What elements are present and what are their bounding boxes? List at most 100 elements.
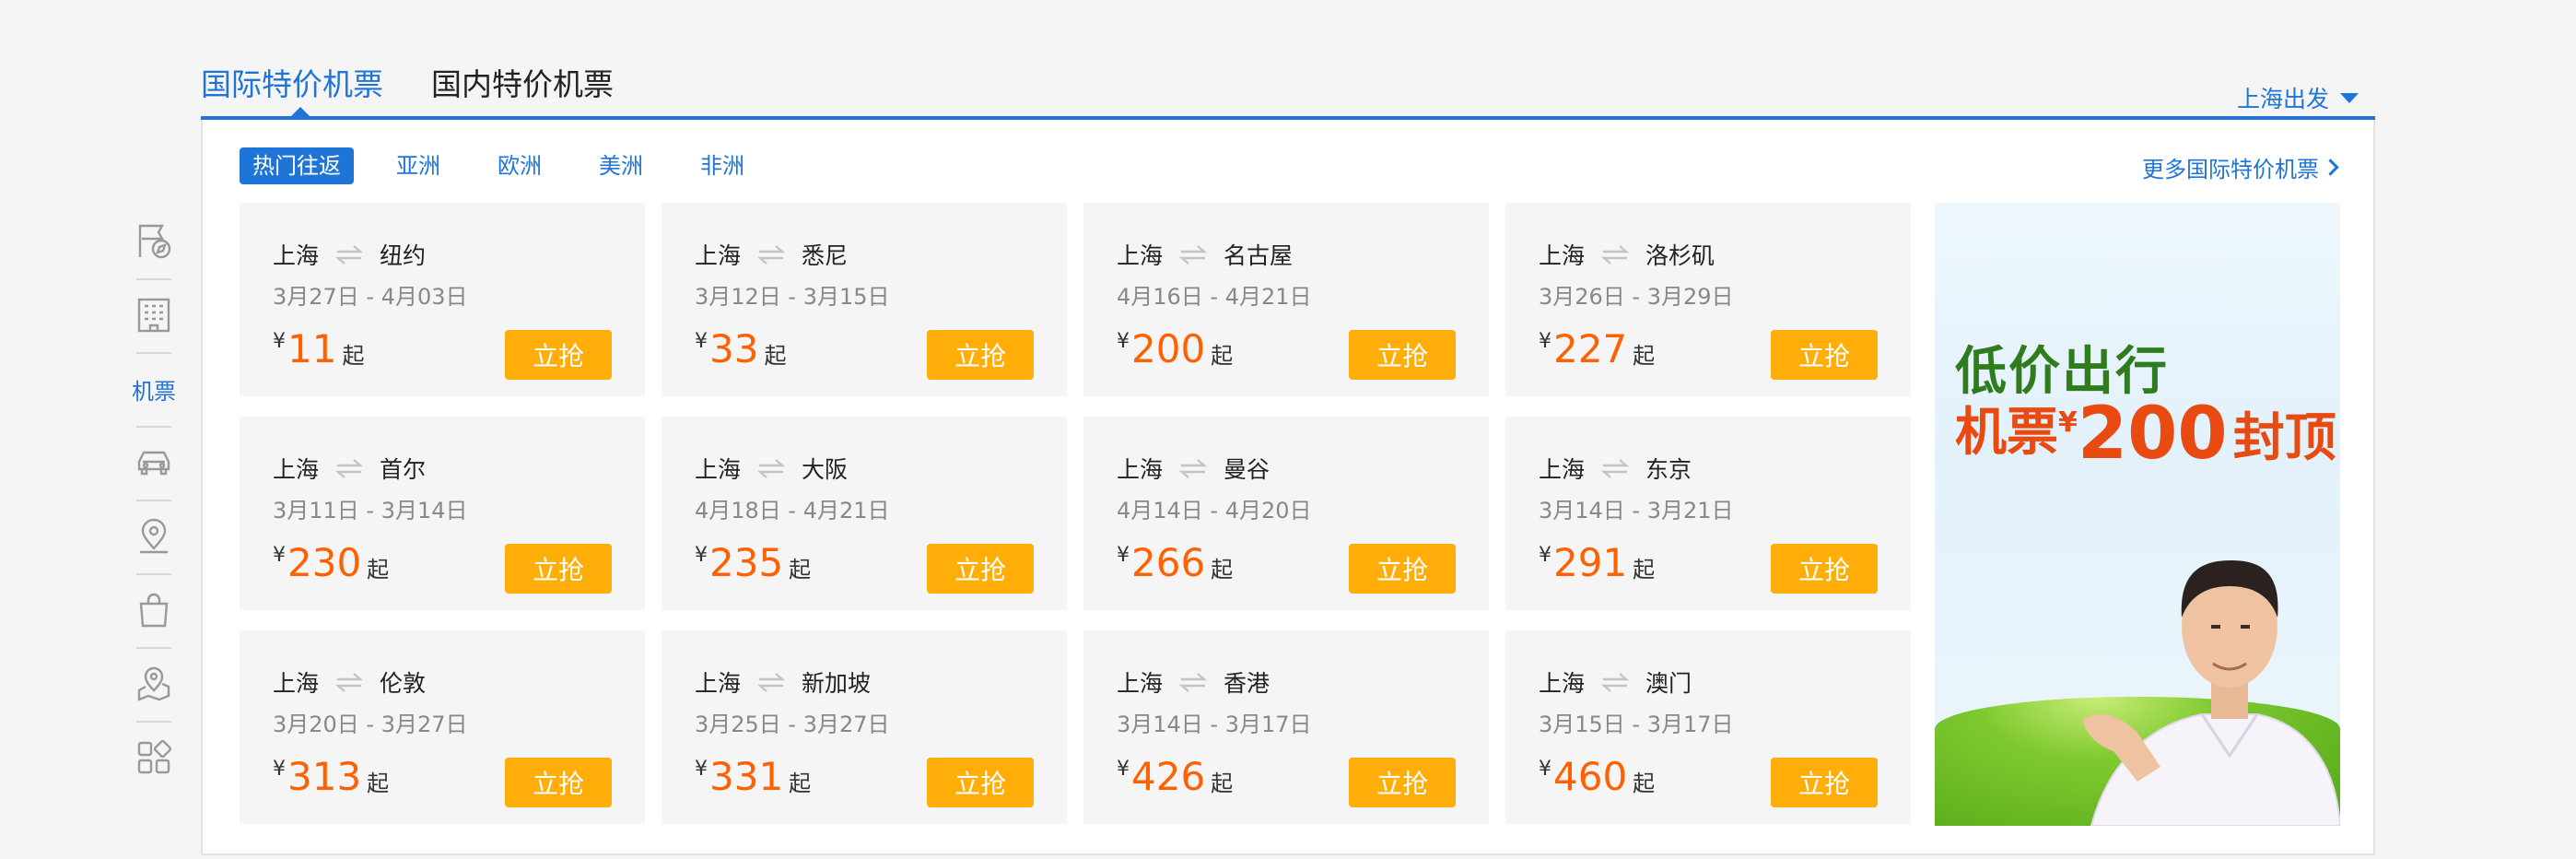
deal-destination: 洛杉矶: [1645, 242, 1715, 269]
banner-currency: ¥: [2058, 406, 2078, 439]
deal-dates: 3月12日 - 3月15日: [695, 284, 890, 310]
currency-symbol: ¥: [1539, 330, 1551, 353]
filter-africa[interactable]: 非洲: [700, 147, 744, 184]
deal-origin: 上海: [273, 456, 320, 483]
deal-card[interactable]: 上海 东京 3月14日 - 3月21日 ¥291 起 立抢: [1505, 417, 1911, 610]
sidenav-item-flights[interactable]: 机票: [127, 352, 181, 426]
deal-price: ¥235 起: [695, 544, 811, 582]
shopping-bag-icon: [139, 593, 169, 628]
deal-dates: 3月14日 - 3月17日: [1117, 712, 1312, 737]
deal-card[interactable]: 上海 纽约 3月27日 - 4月03日 ¥11 起 立抢: [240, 203, 645, 396]
price-from-suffix: 起: [1211, 343, 1234, 369]
deal-card[interactable]: 上海 大阪 4月18日 - 4月21日 ¥235 起 立抢: [662, 417, 1067, 610]
deal-origin: 上海: [273, 670, 320, 697]
deal-card[interactable]: 上海 澳门 3月15日 - 3月17日 ¥460 起 立抢: [1505, 630, 1911, 824]
sidenav-item-more[interactable]: [127, 721, 181, 794]
deal-destination: 悉尼: [802, 242, 849, 269]
price-from-suffix: 起: [789, 557, 812, 582]
deal-card[interactable]: 上海 洛杉矶 3月26日 - 3月29日 ¥227 起 立抢: [1505, 203, 1911, 396]
deal-price-value: 235: [709, 540, 784, 585]
deal-dates: 4月14日 - 4月20日: [1117, 498, 1312, 524]
deal-destination: 澳门: [1645, 670, 1692, 697]
buy-now-button[interactable]: 立抢: [1349, 758, 1456, 807]
deal-card[interactable]: 上海 首尔 3月11日 - 3月14日 ¥230 起 立抢: [240, 417, 645, 610]
filter-europe[interactable]: 欧洲: [498, 147, 542, 184]
deals-panel: 热门往返 亚洲 欧洲 美洲 非洲 更多国际特价机票 上海 纽约 3月27日 - 4月…: [201, 120, 2375, 855]
promo-banner[interactable]: 低价出行 机票 ¥ 200 封顶: [1935, 203, 2340, 826]
sidenav-item-place[interactable]: [127, 500, 181, 573]
buy-now-button[interactable]: 立抢: [1771, 544, 1878, 594]
price-from-suffix: 起: [1211, 771, 1234, 796]
deal-price-value: 11: [287, 326, 337, 371]
tab-international-deals[interactable]: 国际特价机票: [201, 65, 383, 105]
deal-route: 上海 洛杉矶: [1539, 238, 1715, 271]
price-from-suffix: 起: [764, 343, 787, 369]
buy-now-button[interactable]: 立抢: [1349, 330, 1456, 380]
deal-route: 上海 纽约: [273, 238, 426, 271]
tab-domestic-deals[interactable]: 国内特价机票: [431, 65, 614, 105]
deal-destination: 大阪: [802, 456, 849, 483]
sidenav-item-map[interactable]: [127, 647, 181, 721]
deal-card[interactable]: 上海 名古屋 4月16日 - 4月21日 ¥200 起 立抢: [1083, 203, 1489, 396]
deal-price-value: 331: [709, 754, 784, 799]
building-icon: [137, 298, 170, 333]
deal-card[interactable]: 上海 悉尼 3月12日 - 3月15日 ¥33 起 立抢: [662, 203, 1067, 396]
buy-now-button[interactable]: 立抢: [505, 544, 612, 594]
currency-symbol: ¥: [695, 544, 708, 567]
buy-now-button[interactable]: 立抢: [927, 330, 1034, 380]
round-trip-arrows-icon: [1179, 673, 1208, 692]
sidenav-flights-label: 机票: [132, 378, 176, 405]
more-deals-link[interactable]: 更多国际特价机票: [2142, 151, 2339, 183]
buy-now-button[interactable]: 立抢: [1771, 758, 1878, 807]
round-trip-arrows-icon: [1179, 245, 1208, 265]
round-trip-arrows-icon: [1601, 459, 1630, 478]
deal-route: 上海 新加坡: [695, 665, 871, 699]
deal-destination: 香港: [1224, 670, 1270, 697]
sidenav-item-hotel[interactable]: [127, 278, 181, 352]
deal-destination: 名古屋: [1224, 242, 1294, 269]
buy-now-button[interactable]: 立抢: [1771, 330, 1878, 380]
buy-now-button[interactable]: 立抢: [927, 544, 1034, 594]
price-from-suffix: 起: [342, 343, 365, 369]
round-trip-arrows-icon: [1601, 245, 1630, 265]
deal-dates: 3月11日 - 3月14日: [273, 498, 468, 524]
currency-symbol: ¥: [695, 330, 708, 353]
deal-origin: 上海: [695, 456, 742, 483]
departure-city-select[interactable]: 上海出发: [2237, 81, 2359, 114]
buy-now-button[interactable]: 立抢: [1349, 544, 1456, 594]
deal-price: ¥11 起: [273, 330, 364, 369]
banner-line2-suffix: 封顶: [2232, 408, 2336, 468]
buy-now-button[interactable]: 立抢: [505, 330, 612, 380]
side-nav: 机票: [127, 205, 181, 794]
deal-price-value: 313: [287, 754, 362, 799]
filter-americas[interactable]: 美洲: [599, 147, 643, 184]
sidenav-item-shopping[interactable]: [127, 573, 181, 647]
deal-card[interactable]: 上海 曼谷 4月14日 - 4月20日 ¥266 起 立抢: [1083, 417, 1489, 610]
spokesperson-image: [2082, 560, 2340, 826]
deal-destination: 东京: [1645, 456, 1692, 483]
currency-symbol: ¥: [273, 544, 286, 567]
deal-price: ¥313 起: [273, 758, 389, 796]
banner-line2-prefix: 机票: [1955, 403, 2058, 463]
sidenav-item-vacation[interactable]: [127, 205, 181, 278]
buy-now-button[interactable]: 立抢: [927, 758, 1034, 807]
filter-popular-roundtrip[interactable]: 热门往返: [240, 147, 354, 184]
deal-price: ¥200 起: [1117, 330, 1233, 369]
round-trip-arrows-icon: [757, 459, 786, 478]
round-trip-arrows-icon: [757, 245, 786, 265]
deal-card[interactable]: 上海 伦敦 3月20日 - 3月27日 ¥313 起 立抢: [240, 630, 645, 824]
currency-symbol: ¥: [1117, 758, 1130, 781]
sidenav-item-car[interactable]: [127, 426, 181, 500]
filter-asia[interactable]: 亚洲: [396, 147, 440, 184]
deal-price-value: 200: [1131, 326, 1206, 371]
deal-route: 上海 东京: [1539, 452, 1692, 485]
deal-route: 上海 澳门: [1539, 665, 1692, 699]
departure-city-label: 上海出发: [2236, 86, 2329, 112]
ticket-tabs: 国际特价机票 国内特价机票 上海出发: [201, 59, 2375, 120]
deal-card[interactable]: 上海 新加坡 3月25日 - 3月27日 ¥331 起 立抢: [662, 630, 1067, 824]
deal-card[interactable]: 上海 香港 3月14日 - 3月17日 ¥426 起 立抢: [1083, 630, 1489, 824]
deal-dates: 3月20日 - 3月27日: [273, 712, 468, 737]
buy-now-button[interactable]: 立抢: [505, 758, 612, 807]
price-from-suffix: 起: [1633, 343, 1656, 369]
map-pin-icon: [137, 666, 170, 701]
